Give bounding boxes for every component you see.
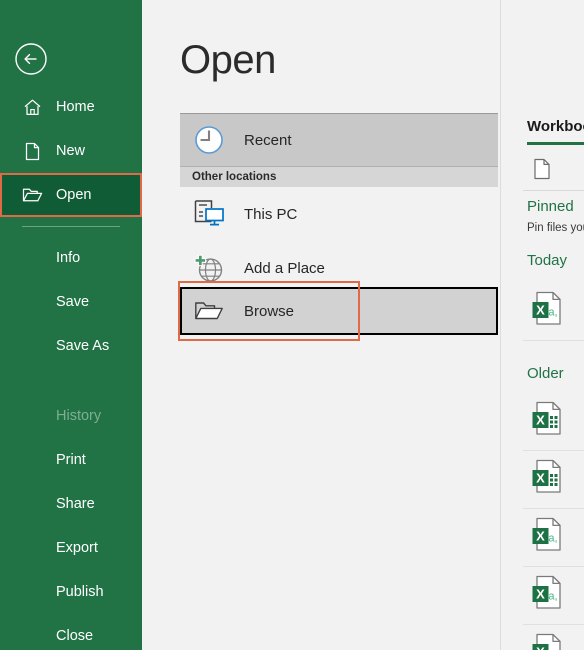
home-icon [22,97,42,117]
svg-text:a,: a, [548,591,557,603]
tab-active-underline [527,142,584,145]
recent-files-panel: Workbooks Pinned Pin files you Today X a… [500,0,584,650]
sidebar-item-label: Share [56,496,95,512]
sidebar-item-label: Home [56,99,95,115]
place-item-label: This PC [244,205,298,223]
sidebar-item-label: History [56,408,102,424]
page-title: Open [180,38,276,82]
svg-text:X: X [536,413,545,428]
file-item-older-2[interactable]: X [531,458,561,494]
sidebar-item-label: Export [56,540,98,556]
place-item-label: Browse [244,302,295,320]
sidebar-divider [22,226,120,227]
file-item-today-1[interactable]: X a, [531,290,561,326]
tab-workbooks[interactable]: Workbooks [527,118,584,135]
document-icon [533,158,551,180]
svg-text:X: X [536,529,545,544]
file-divider [523,624,584,625]
sidebar-item-publish[interactable]: Publish [0,570,142,614]
group-header-today: Today [527,252,568,269]
backstage-sidebar: Home New Open Info Save Save As History … [0,0,142,650]
svg-text:a,: a, [548,307,557,319]
sidebar-item-label: Info [56,250,81,266]
sidebar-item-save[interactable]: Save [0,280,142,324]
sidebar-item-history: History [0,394,142,438]
file-divider [523,340,584,341]
sidebar-item-export[interactable]: Export [0,526,142,570]
svg-text:a,: a, [548,533,557,545]
sidebar-nav-list: Home New Open Info Save Save As History … [0,85,142,650]
place-item-label: Add a Place [244,259,325,277]
panel-divider [523,190,584,191]
file-divider [523,566,584,567]
clock-icon [192,123,226,157]
place-item-recent[interactable]: Recent [180,113,498,167]
this-pc-icon [192,197,226,231]
sidebar-item-open[interactable]: Open [0,173,142,217]
sidebar-item-close[interactable]: Close [0,614,142,650]
back-arrow-icon[interactable] [14,42,48,76]
pinned-hint-text: Pin files you [527,222,584,234]
file-item-older-1[interactable]: X [531,400,561,436]
file-divider [523,508,584,509]
svg-text:X: X [536,645,545,650]
file-item-older-5[interactable]: X a, [531,632,561,650]
sidebar-item-save-as[interactable]: Save As [0,324,142,368]
sidebar-item-label: Save [56,294,90,310]
svg-text:X: X [536,303,545,318]
open-folder-icon [22,185,42,205]
sidebar-item-label: Open [56,187,92,203]
sidebar-item-label: Publish [56,584,104,600]
sidebar-item-label: Close [56,628,94,644]
place-item-browse[interactable]: Browse [180,287,498,335]
file-item-older-3[interactable]: X a, [531,516,561,552]
folder-icon [192,294,226,328]
add-place-globe-icon [192,251,226,285]
sidebar-item-new[interactable]: New [0,129,142,173]
sidebar-item-home[interactable]: Home [0,85,142,129]
sidebar-item-share[interactable]: Share [0,482,142,526]
group-header-pinned: Pinned [527,198,574,215]
excel-backstage-open-view: Home New Open Info Save Save As History … [0,0,584,650]
file-item-older-4[interactable]: X a, [531,574,561,610]
svg-text:X: X [536,471,545,486]
sidebar-item-label: New [56,143,86,159]
svg-text:X: X [536,587,545,602]
sidebar-item-label: Save As [56,338,110,354]
other-locations-header: Other locations [180,167,498,187]
group-header-older: Older [527,365,564,382]
sidebar-item-print[interactable]: Print [0,438,142,482]
new-document-icon [22,141,42,161]
place-item-this-pc[interactable]: This PC [180,187,498,241]
file-divider [523,450,584,451]
sidebar-item-info[interactable]: Info [0,236,142,280]
places-list: Recent Other locations This PC Add a Pla… [180,113,498,295]
sidebar-item-label: Print [56,452,86,468]
place-item-label: Recent [244,131,292,149]
